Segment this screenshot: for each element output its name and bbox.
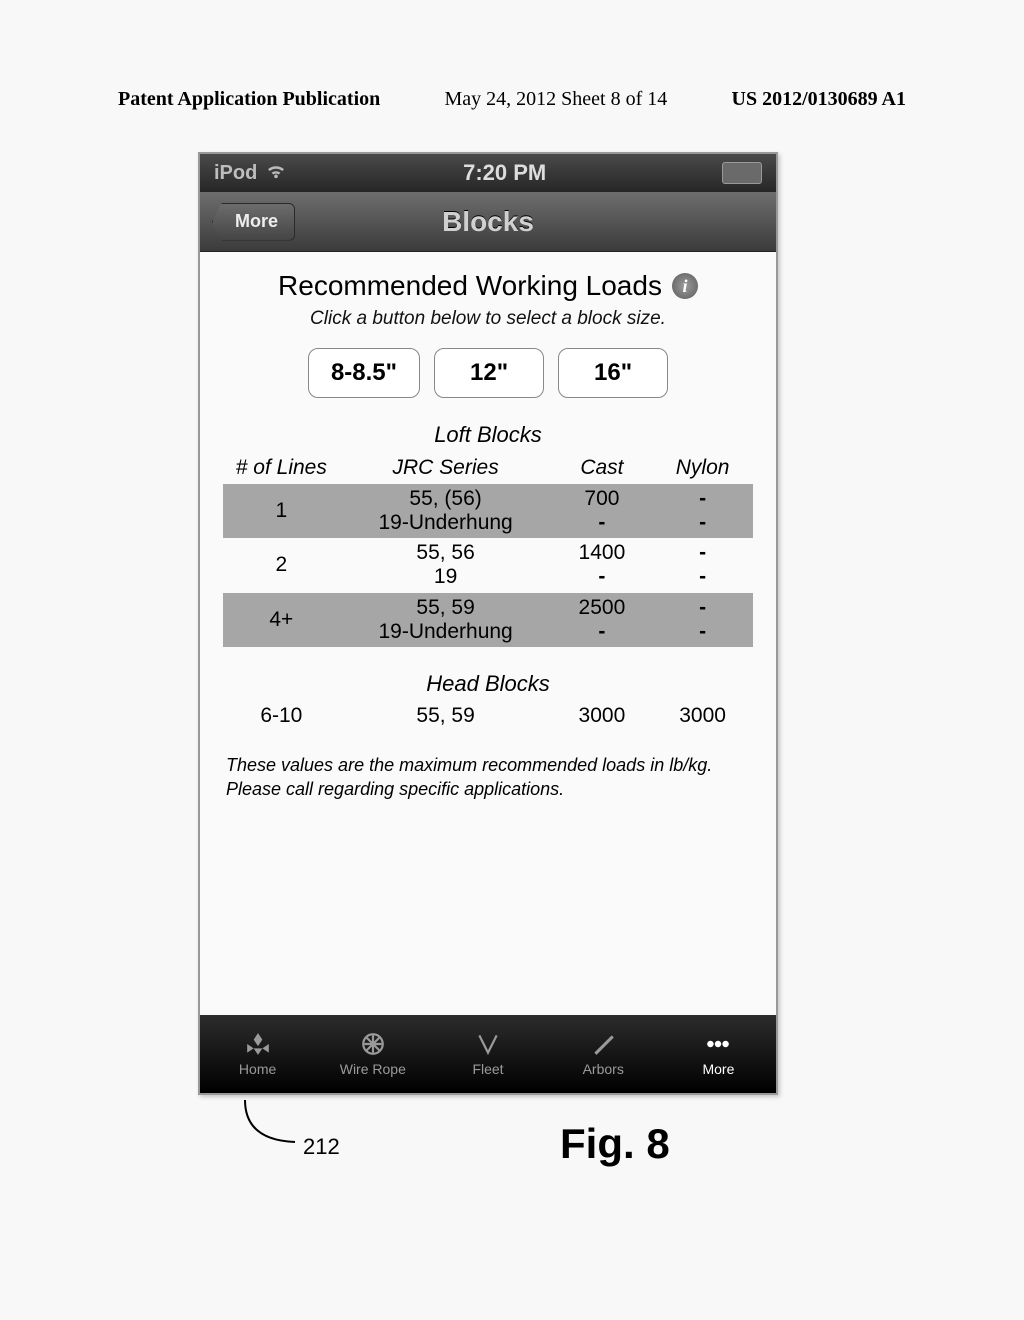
tab-label: Wire Rope [340, 1061, 406, 1077]
block-size-selector: 8-8.5" 12" 16" [200, 348, 776, 398]
cell-lines: 2 [223, 538, 340, 592]
loft-blocks-table: # of Lines JRC Series Cast Nylon 1 55, (… [223, 452, 753, 647]
header-center: May 24, 2012 Sheet 8 of 14 [445, 88, 668, 111]
tab-more[interactable]: More [661, 1015, 776, 1093]
head-blocks-table: 6-10 55, 59 3000 3000 [223, 701, 753, 731]
cell-jrc: 55, 59 19-Underhung [340, 593, 552, 647]
col-cast: Cast [552, 452, 653, 484]
carrier-label: iPod [214, 162, 257, 185]
arbors-icon [587, 1031, 619, 1057]
cell-cast: 2500- [552, 593, 653, 647]
table-header-row: # of Lines JRC Series Cast Nylon [223, 452, 753, 484]
table-row: 6-10 55, 59 3000 3000 [223, 701, 753, 731]
col-jrc: JRC Series [340, 452, 552, 484]
battery-icon [722, 162, 762, 184]
tab-fleet[interactable]: Fleet [430, 1015, 545, 1093]
cell-nylon: 3000 [652, 701, 753, 731]
cell-jrc: 55, 56 19 [340, 538, 552, 592]
tab-wire-rope[interactable]: Wire Rope [315, 1015, 430, 1093]
status-bar: iPod 7:20 PM [200, 154, 776, 192]
table-row: 2 55, 56 19 1400- -- [223, 538, 753, 592]
nav-title: Blocks [442, 206, 534, 238]
head-blocks-title: Head Blocks [200, 671, 776, 697]
tab-home[interactable]: Home [200, 1015, 315, 1093]
loft-blocks-title: Loft Blocks [200, 422, 776, 448]
size-option-8[interactable]: 8-8.5" [308, 348, 420, 398]
back-button-label: More [235, 211, 278, 232]
cell-nylon: -- [652, 593, 753, 647]
cell-cast: 3000 [552, 701, 653, 731]
size-option-16[interactable]: 16" [558, 348, 668, 398]
cell-nylon: -- [652, 538, 753, 592]
patent-page-header: Patent Application Publication May 24, 2… [0, 88, 1024, 111]
wire-rope-icon [357, 1031, 389, 1057]
size-option-12[interactable]: 12" [434, 348, 544, 398]
cell-jrc: 55, (56) 19-Underhung [340, 484, 552, 538]
figure-label: Fig. 8 [560, 1120, 670, 1168]
cell-cast: 1400- [552, 538, 653, 592]
tab-bar: Home Wire Rope Fleet Arbors More [200, 1015, 776, 1093]
device-frame: iPod 7:20 PM More Blocks Recommended Wor… [198, 152, 778, 1095]
col-lines: # of Lines [223, 452, 340, 484]
tab-arbors[interactable]: Arbors [546, 1015, 661, 1093]
header-left: Patent Application Publication [118, 88, 380, 111]
fleet-icon [472, 1031, 504, 1057]
table-row: 1 55, (56) 19-Underhung 700- -- [223, 484, 753, 538]
tab-label: Fleet [472, 1061, 503, 1077]
page-heading: Recommended Working Loads [278, 270, 662, 302]
cell-cast: 700- [552, 484, 653, 538]
more-icon [702, 1031, 734, 1057]
cell-nylon: -- [652, 484, 753, 538]
home-icon [242, 1031, 274, 1057]
cell-jrc: 55, 59 [340, 701, 552, 731]
info-icon[interactable]: i [672, 273, 698, 299]
col-nylon: Nylon [652, 452, 753, 484]
footnote: These values are the maximum recommended… [200, 753, 776, 802]
content-area: Recommended Working Loads i Click a butt… [200, 252, 776, 1015]
nav-bar: More Blocks [200, 192, 776, 252]
table-row: 4+ 55, 59 19-Underhung 2500- -- [223, 593, 753, 647]
page-subtitle: Click a button below to select a block s… [200, 308, 776, 330]
tab-label: Arbors [583, 1061, 624, 1077]
back-button[interactable]: More [212, 203, 295, 241]
tab-label: Home [239, 1061, 276, 1077]
cell-lines: 1 [223, 484, 340, 538]
callout-number: 212 [303, 1134, 340, 1160]
tab-label: More [702, 1061, 734, 1077]
cell-lines: 4+ [223, 593, 340, 647]
wifi-icon [265, 162, 287, 185]
header-right: US 2012/0130689 A1 [732, 88, 906, 111]
status-time: 7:20 PM [463, 160, 546, 186]
cell-lines: 6-10 [223, 701, 340, 731]
